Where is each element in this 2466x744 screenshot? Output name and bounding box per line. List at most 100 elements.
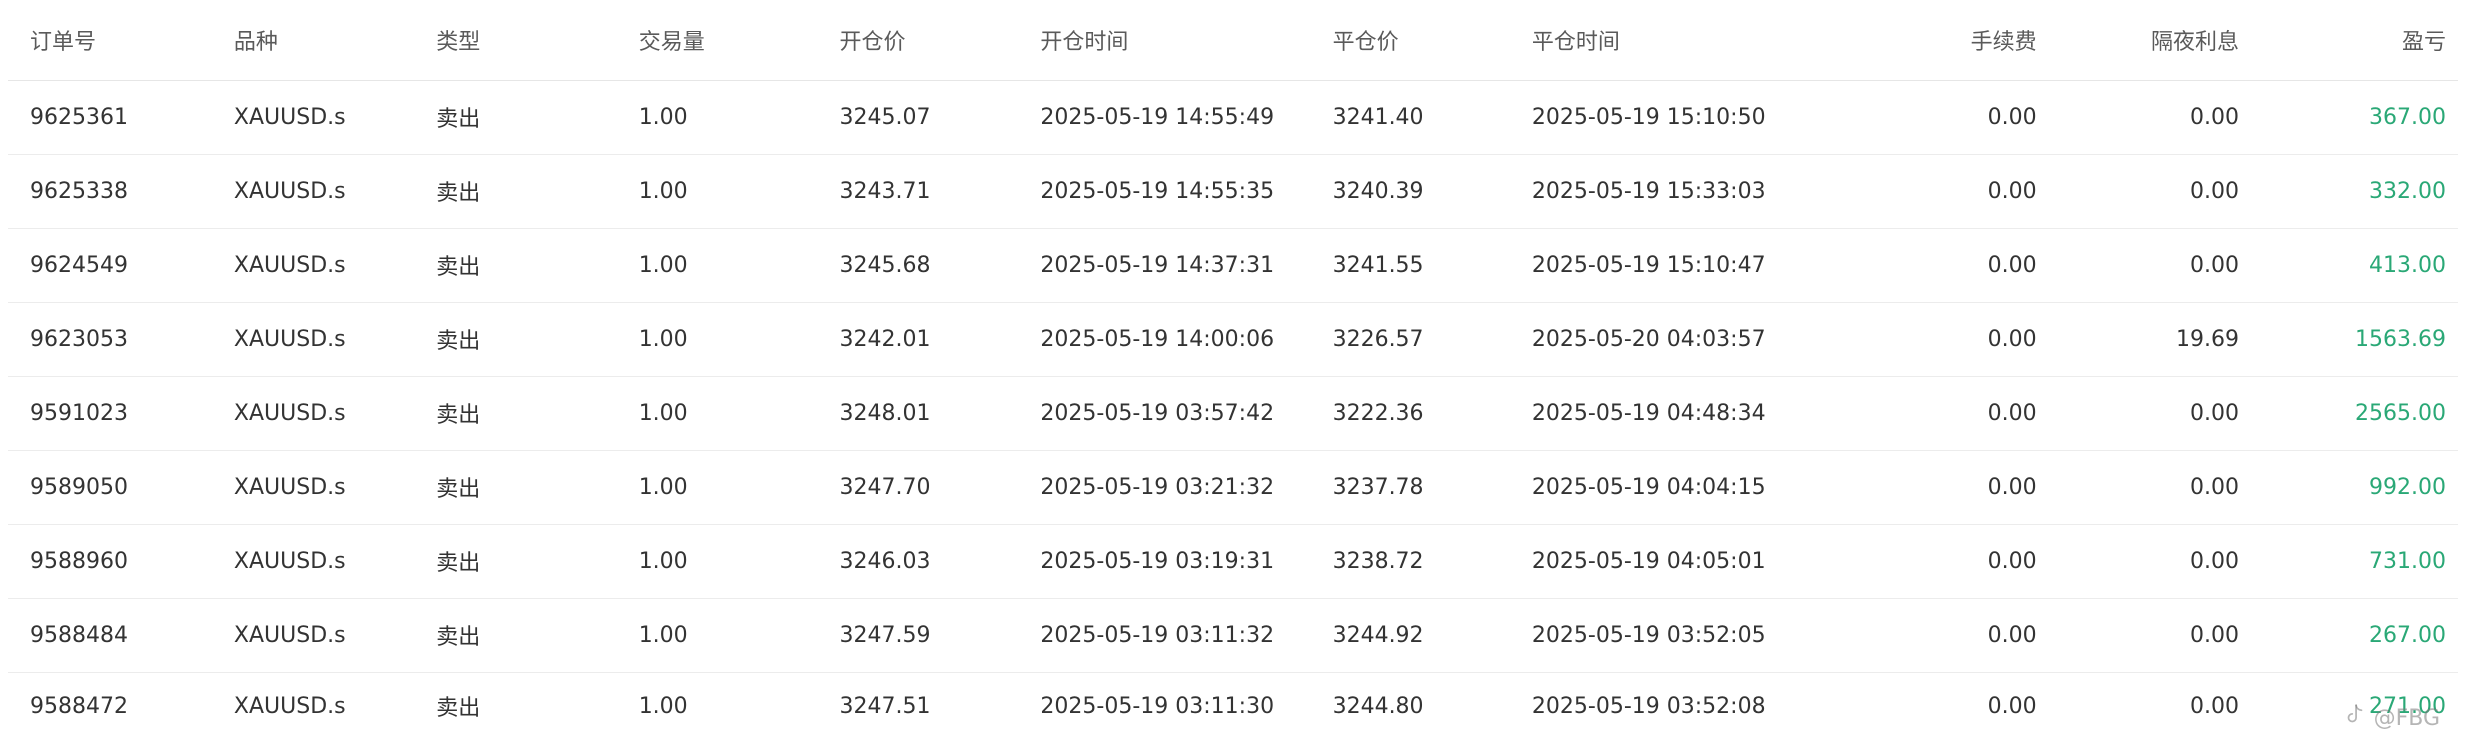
cell-profit-loss: 992.00 xyxy=(2250,450,2458,525)
cell-close-time: 2025-05-19 04:05:01 xyxy=(1509,524,1859,599)
cell-close-price: 3241.40 xyxy=(1310,80,1510,155)
cell-type: 卖出 xyxy=(436,696,481,722)
cell-swap: 0.00 xyxy=(2048,376,2251,451)
cell-open-time: 2025-05-19 14:55:35 xyxy=(1018,154,1311,229)
cell-order-number: 9624549 xyxy=(8,228,212,303)
header-order-number[interactable]: 订单号 xyxy=(8,0,212,81)
cell-close-time: 2025-05-19 04:04:15 xyxy=(1509,450,1859,525)
header-swap[interactable]: 隔夜利息 xyxy=(2048,0,2251,81)
cell-symbol: XAUUSD.s xyxy=(211,450,415,525)
table-header: 订单号 品种 类型 交易量 开仓价 开仓时间 平仓价 平仓时间 手续费 隔夜利息… xyxy=(8,0,2458,81)
cell-open-time: 2025-05-19 03:11:32 xyxy=(1018,598,1311,673)
cell-fee: 0.00 xyxy=(1858,302,2049,377)
cell-open-price: 3245.07 xyxy=(817,80,1019,155)
cell-type: 卖出 xyxy=(414,80,617,155)
cell-fee: 0.00 xyxy=(1858,524,2049,599)
table-header-row: 订单号 品种 类型 交易量 开仓价 开仓时间 平仓价 平仓时间 手续费 隔夜利息… xyxy=(8,0,2458,81)
cell-swap: 0.00 xyxy=(2048,524,2251,599)
cell-close-price: 3226.57 xyxy=(1310,302,1510,377)
cell-fee: 0.00 xyxy=(1858,598,2049,673)
cell-open-price: 3245.68 xyxy=(817,228,1019,303)
cell-open-price: 3242.01 xyxy=(817,302,1019,377)
cell-volume: 1.00 xyxy=(616,154,818,229)
cell-profit-loss: 413.00 xyxy=(2250,228,2458,303)
cell-volume: 1.00 xyxy=(616,376,818,451)
header-volume[interactable]: 交易量 xyxy=(616,0,818,81)
cell-profit-loss: 271.00 xyxy=(2369,693,2446,719)
cell-profit-loss: 332.00 xyxy=(2250,154,2458,229)
cell-close-price: 3240.39 xyxy=(1310,154,1510,229)
cell-fee: 0.00 xyxy=(1858,154,2049,229)
header-symbol[interactable]: 品种 xyxy=(211,0,415,81)
cell-open-time: 2025-05-19 14:00:06 xyxy=(1018,302,1311,377)
cell-volume: 1.00 xyxy=(616,450,818,525)
trade-history-table: 订单号 品种 类型 交易量 开仓价 开仓时间 平仓价 平仓时间 手续费 隔夜利息… xyxy=(8,0,2458,740)
cell-profit-loss: 2565.00 xyxy=(2250,376,2458,451)
cell-order-number: 9625338 xyxy=(8,154,212,229)
cell-close-time: 2025-05-19 15:10:47 xyxy=(1509,228,1859,303)
cell-close-price: 3244.80 xyxy=(1332,693,1424,719)
cell-open-time: 2025-05-19 03:19:31 xyxy=(1018,524,1311,599)
table-row[interactable]: 9625338 XAUUSD.s 卖出 1.00 3243.71 2025-05… xyxy=(8,154,2458,229)
cell-order-number: 9625361 xyxy=(8,80,212,155)
table-body: 9625361 XAUUSD.s 卖出 1.00 3245.07 2025-05… xyxy=(8,80,2458,740)
cell-close-time: 2025-05-19 03:52:05 xyxy=(1509,598,1859,673)
cell-open-price: 3246.03 xyxy=(817,524,1019,599)
cell-swap: 0.00 xyxy=(2048,80,2251,155)
cell-type: 卖出 xyxy=(414,154,617,229)
cell-order-number: 9588472 xyxy=(30,693,128,719)
cell-type: 卖出 xyxy=(414,524,617,599)
cell-close-price: 3238.72 xyxy=(1310,524,1510,599)
cell-symbol: XAUUSD.s xyxy=(211,598,415,673)
table-row[interactable]: 9591023 XAUUSD.s 卖出 1.00 3248.01 2025-05… xyxy=(8,376,2458,451)
cell-close-time: 2025-05-19 15:10:50 xyxy=(1509,80,1859,155)
cell-open-price: 3247.59 xyxy=(817,598,1019,673)
header-open-time[interactable]: 开仓时间 xyxy=(1018,0,1311,81)
cell-open-time: 2025-05-19 03:11:30 xyxy=(1040,693,1275,719)
cell-close-time: 2025-05-19 15:33:03 xyxy=(1509,154,1859,229)
cell-swap: 0.00 xyxy=(2190,693,2239,719)
header-open-price[interactable]: 开仓价 xyxy=(817,0,1019,81)
cell-fee: 0.00 xyxy=(1858,450,2049,525)
cell-volume: 1.00 xyxy=(616,302,818,377)
table-row[interactable]: 9625361 XAUUSD.s 卖出 1.00 3245.07 2025-05… xyxy=(8,80,2458,155)
cell-symbol: XAUUSD.s xyxy=(211,228,415,303)
cell-volume: 1.00 xyxy=(616,80,818,155)
cell-type: 卖出 xyxy=(414,598,617,673)
cell-open-time: 2025-05-19 14:37:31 xyxy=(1018,228,1311,303)
header-profit-loss[interactable]: 盈亏 xyxy=(2250,0,2458,81)
cell-swap: 19.69 xyxy=(2048,302,2251,377)
cell-open-time: 2025-05-19 03:57:42 xyxy=(1018,376,1311,451)
cell-swap: 0.00 xyxy=(2048,598,2251,673)
table-row[interactable]: 9588960 XAUUSD.s 卖出 1.00 3246.03 2025-05… xyxy=(8,524,2458,599)
header-type[interactable]: 类型 xyxy=(414,0,617,81)
cell-close-price: 3244.92 xyxy=(1310,598,1510,673)
header-close-time[interactable]: 平仓时间 xyxy=(1509,0,1859,81)
cell-order-number: 9588960 xyxy=(8,524,212,599)
table-row[interactable]: 9623053 XAUUSD.s 卖出 1.00 3242.01 2025-05… xyxy=(8,302,2458,377)
cell-open-price: 3243.71 xyxy=(817,154,1019,229)
cell-profit-loss: 367.00 xyxy=(2250,80,2458,155)
table-row[interactable]: 9588472 XAUUSD.s 卖出 1.00 3247.51 2025-05… xyxy=(8,672,2458,740)
table-row[interactable]: 9588484 XAUUSD.s 卖出 1.00 3247.59 2025-05… xyxy=(8,598,2458,673)
cell-swap: 0.00 xyxy=(2048,450,2251,525)
cell-order-number: 9588484 xyxy=(8,598,212,673)
header-fee[interactable]: 手续费 xyxy=(1858,0,2049,81)
cell-symbol: XAUUSD.s xyxy=(211,302,415,377)
cell-close-time: 2025-05-19 04:48:34 xyxy=(1509,376,1859,451)
cell-order-number: 9589050 xyxy=(8,450,212,525)
cell-open-price: 3248.01 xyxy=(817,376,1019,451)
cell-fee: 0.00 xyxy=(1987,693,2037,719)
cell-symbol: XAUUSD.s xyxy=(211,376,415,451)
cell-type: 卖出 xyxy=(414,376,617,451)
table-row[interactable]: 9589050 XAUUSD.s 卖出 1.00 3247.70 2025-05… xyxy=(8,450,2458,525)
cell-close-time: 2025-05-20 04:03:57 xyxy=(1509,302,1859,377)
cell-open-price: 3247.51 xyxy=(839,693,931,719)
cell-symbol: XAUUSD.s xyxy=(211,524,415,599)
cell-symbol: XAUUSD.s xyxy=(211,154,415,229)
table-row[interactable]: 9624549 XAUUSD.s 卖出 1.00 3245.68 2025-05… xyxy=(8,228,2458,303)
cell-volume: 1.00 xyxy=(638,693,688,719)
cell-volume: 1.00 xyxy=(616,524,818,599)
trade-history-table-container: 订单号 品种 类型 交易量 开仓价 开仓时间 平仓价 平仓时间 手续费 隔夜利息… xyxy=(8,0,2458,740)
header-close-price[interactable]: 平仓价 xyxy=(1310,0,1510,81)
